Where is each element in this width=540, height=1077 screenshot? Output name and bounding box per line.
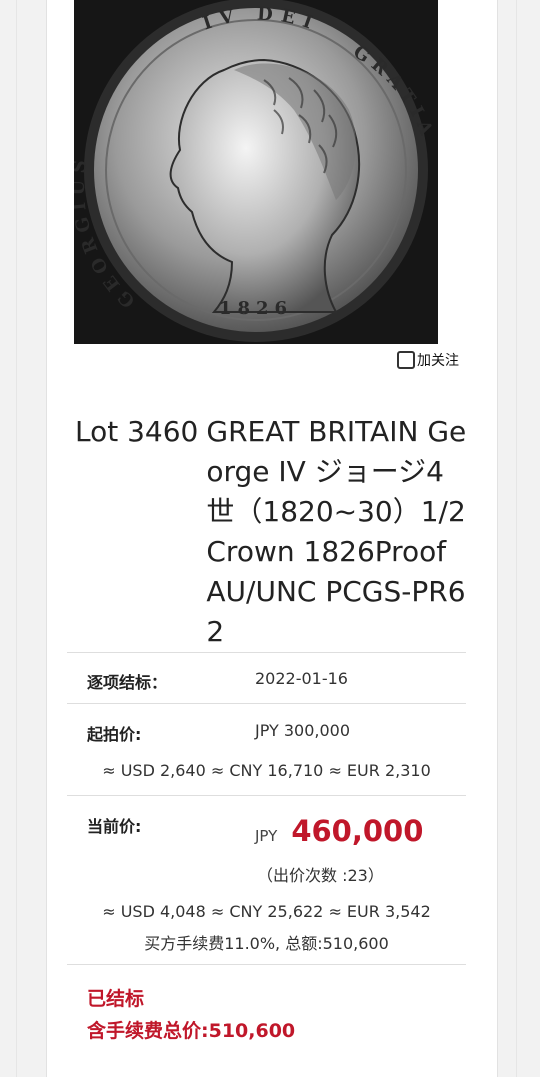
right-page-edge xyxy=(516,0,517,1077)
follow-toggle[interactable]: 加关注 xyxy=(397,350,459,370)
divider xyxy=(67,652,466,653)
follow-label: 加关注 xyxy=(417,353,459,369)
lot-title: Lot 3460 GREAT BRITAIN George IV ジョージ4世（… xyxy=(75,412,475,652)
status-closed: 已结标 xyxy=(87,988,145,1010)
close-date-value: 2022-01-16 xyxy=(255,669,348,688)
close-date-label: 逐项结标： xyxy=(87,673,168,692)
divider xyxy=(67,964,466,965)
current-price-currency: JPY xyxy=(255,827,278,845)
total-price-with-fee: 含手续费总价:510,600 xyxy=(87,1020,296,1042)
coin-image[interactable]: GEORGIUS IV DEI GRATIA 1826 xyxy=(74,0,438,344)
current-price-converted: ≈ USD 4,048 ≈ CNY 25,622 ≈ EUR 3,542 xyxy=(102,902,431,921)
start-price-label: 起拍价: xyxy=(87,725,142,744)
divider xyxy=(67,703,466,704)
coin-date: 1826 xyxy=(219,298,293,319)
current-price-value: 460,000 xyxy=(291,814,424,848)
lot-number: Lot 3460 xyxy=(75,415,199,448)
divider xyxy=(67,795,466,796)
left-page-edge xyxy=(16,0,17,1077)
follow-checkbox[interactable] xyxy=(397,351,415,369)
bid-count: （出价次数 :23） xyxy=(257,866,384,885)
buyer-fee-note: 买方手续费11.0%, 总额:510,600 xyxy=(144,934,389,953)
lot-name: GREAT BRITAIN George IV ジョージ4世（1820~30）1… xyxy=(206,415,467,648)
current-price-row: JPY 460,000 xyxy=(255,814,423,848)
current-price-label: 当前价: xyxy=(87,817,142,836)
start-price-value: JPY 300,000 xyxy=(255,721,351,740)
coin-obverse-image: GEORGIUS IV DEI GRATIA 1826 xyxy=(74,0,438,344)
lot-detail-card: GEORGIUS IV DEI GRATIA 1826 加关注 Lot 3460… xyxy=(46,0,498,1077)
start-price-converted: ≈ USD 2,640 ≈ CNY 16,710 ≈ EUR 2,310 xyxy=(102,761,431,780)
